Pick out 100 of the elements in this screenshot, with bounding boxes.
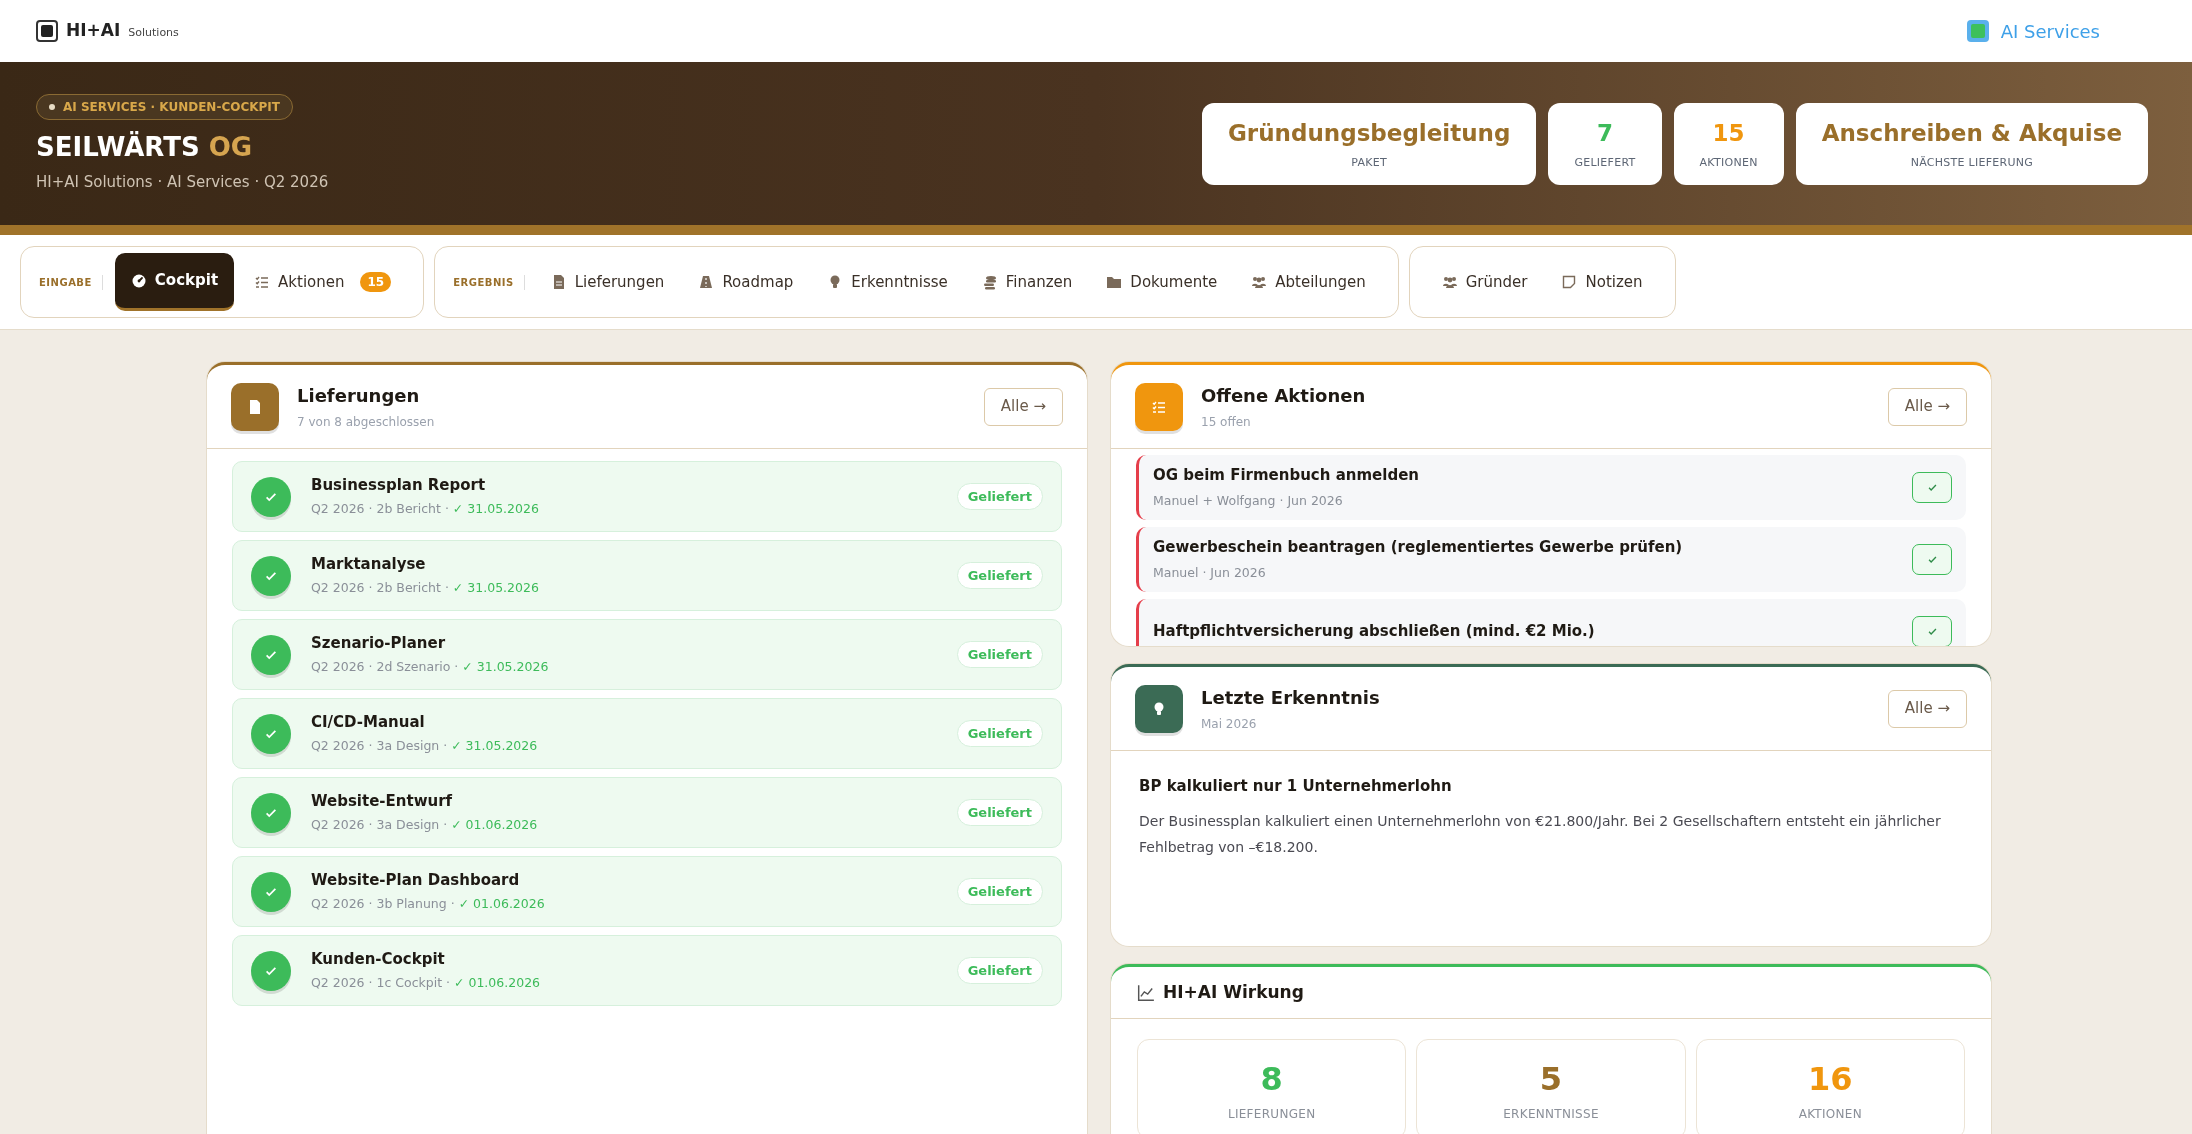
document-icon: [231, 382, 279, 431]
stat-value: 15: [1712, 119, 1745, 148]
delivery-title: Marktanalyse: [311, 553, 427, 575]
stat-label: PAKET: [1351, 154, 1388, 171]
delivery-meta: Q2 2026 · 1c Cockpit · ✓ 01.06.2026: [311, 974, 542, 993]
road-icon: [698, 274, 715, 290]
logo-icon: [36, 20, 58, 42]
coins-icon: [981, 274, 998, 290]
action-row[interactable]: Gewerbeschein beantragen (reglementiertes Gewerbe prüfen) Manuel · Jun 2026: [1136, 527, 1966, 592]
check-icon: [251, 871, 291, 912]
nav-tab[interactable]: Lieferungen: [536, 253, 679, 311]
all-button[interactable]: Alle →: [983, 387, 1063, 426]
nav-tab[interactable]: Aktionen 15: [240, 253, 406, 311]
nav-tab[interactable]: Gründer: [1427, 253, 1542, 311]
stat-label: LIEFERUNGEN: [1227, 1106, 1316, 1123]
status-badge: Geliefert: [956, 640, 1043, 669]
check-icon: [251, 950, 291, 991]
gauge-icon: [130, 272, 147, 289]
delivery-title: Szenario-Planer: [311, 632, 447, 654]
stat-label: AKTIONEN: [1699, 154, 1758, 171]
logo-text: HI+AI: [66, 19, 121, 43]
delivery-meta: Q2 2026 · 3a Design · ✓ 01.06.2026: [311, 816, 539, 835]
action-meta: Manuel · Jun 2026: [1153, 563, 1267, 582]
people-icon: [1441, 274, 1458, 290]
folder-icon: [1106, 274, 1123, 290]
checklist-icon: [254, 274, 271, 290]
check-icon: [251, 792, 291, 833]
stat-value: 5: [1539, 1059, 1563, 1100]
delivery-meta: Q2 2026 · 2d Szenario · ✓ 31.05.2026: [311, 658, 550, 677]
hero-subtitle: HI+AI Solutions · AI Services · Q2 2026: [36, 171, 329, 193]
delivery-title: Website-Entwurf: [311, 790, 454, 812]
stat-value: 7: [1596, 119, 1613, 148]
all-button[interactable]: Alle →: [1887, 689, 1967, 728]
card-title: Lieferungen: [297, 384, 421, 408]
delivery-row[interactable]: Szenario-Planer Q2 2026 · 2d Szenario · ✓ 31.05.2026 Geliefert: [232, 619, 1062, 690]
delivery-title: Website-Plan Dashboard: [311, 869, 521, 891]
card-subtitle: Mai 2026: [1201, 716, 1258, 733]
nav-tab[interactable]: Cockpit: [114, 253, 235, 311]
delivery-meta: Q2 2026 · 2b Bericht · ✓ 31.05.2026: [311, 579, 540, 598]
action-row[interactable]: Haftpflichtversicherung abschließen (mind. €2 Mio.): [1136, 599, 1966, 646]
card-title: Letzte Erkenntnis: [1201, 686, 1380, 710]
count-badge: 15: [360, 272, 392, 292]
delivery-row[interactable]: CI/CD-Manual Q2 2026 · 3a Design · ✓ 31.05.2026 Geliefert: [232, 698, 1062, 769]
delivery-meta: Q2 2026 · 2b Bericht · ✓ 31.05.2026: [311, 500, 540, 519]
stat-label: AKTIONEN: [1798, 1106, 1863, 1123]
check-icon: [251, 555, 291, 596]
delivery-row[interactable]: Website-Entwurf Q2 2026 · 3a Design · ✓ 01.06.2026 Geliefert: [232, 777, 1062, 848]
stat-label: GELIEFERT: [1574, 154, 1636, 171]
status-badge: Geliefert: [956, 719, 1043, 748]
action-row[interactable]: OG beim Firmenbuch anmelden Manuel + Wolfgang · Jun 2026: [1136, 455, 1966, 520]
status-badge: Geliefert: [956, 482, 1043, 511]
app-icon: [1966, 20, 1989, 42]
delivery-title: CI/CD-Manual: [311, 711, 426, 733]
status-badge: Geliefert: [956, 956, 1043, 985]
status-badge: Geliefert: [956, 877, 1043, 906]
nav-tab[interactable]: Erkenntnisse: [813, 253, 962, 311]
logo-subtitle: Solutions: [128, 24, 179, 41]
delivery-row[interactable]: Kunden-Cockpit Q2 2026 · 1c Cockpit · ✓ 01.06.2026 Geliefert: [232, 935, 1062, 1006]
nav-tab[interactable]: Finanzen: [967, 253, 1087, 311]
line-chart-icon: [1137, 983, 1155, 1002]
delivery-meta: Q2 2026 · 3b Planung · ✓ 01.06.2026: [311, 895, 546, 914]
status-badge: Geliefert: [956, 798, 1043, 827]
status-badge: Geliefert: [956, 561, 1043, 590]
stat-value: 8: [1260, 1059, 1283, 1100]
done-button[interactable]: [1912, 544, 1952, 575]
lightbulb-icon: [1135, 684, 1183, 733]
check-icon: [1926, 554, 1938, 565]
action-title: Gewerbeschein beantragen (reglementiertes Gewerbe prüfen): [1153, 537, 1683, 559]
nav-tab[interactable]: Abteilungen: [1237, 253, 1380, 311]
check-icon: [251, 634, 291, 675]
stat-value: Gründungsbegleitung: [1228, 119, 1511, 148]
card-subtitle: 7 von 8 abgeschlossen: [297, 414, 435, 431]
note-icon: [1561, 274, 1578, 290]
group-label: ERGEBNIS: [453, 274, 525, 290]
eyebrow-badge: AI SERVICES · KUNDEN-COCKPIT: [36, 93, 293, 120]
people-icon: [1251, 274, 1268, 290]
card-title: HI+AI Wirkung: [1163, 980, 1304, 1004]
action-title: Haftpflichtversicherung abschließen (mind. €2 Mio.): [1153, 621, 1595, 643]
done-button[interactable]: [1912, 616, 1952, 646]
insight-heading: BP kalkuliert nur 1 Unternehmerlohn: [1139, 776, 1453, 797]
delivery-row[interactable]: Website-Plan Dashboard Q2 2026 · 3b Planung · ✓ 01.06.2026 Geliefert: [232, 856, 1062, 927]
delivery-meta: Q2 2026 · 3a Design · ✓ 31.05.2026: [311, 737, 539, 756]
done-button[interactable]: [1912, 472, 1952, 503]
all-button[interactable]: Alle →: [1887, 387, 1967, 426]
delivery-row[interactable]: Marktanalyse Q2 2026 · 2b Bericht · ✓ 31.05.2026 Geliefert: [232, 540, 1062, 611]
stat-label: NÄCHSTE LIEFERUNG: [1910, 154, 2034, 171]
nav-tab[interactable]: Notizen: [1547, 253, 1657, 311]
delivery-row[interactable]: Businessplan Report Q2 2026 · 2b Bericht · ✓ 31.05.2026 Geliefert: [232, 461, 1062, 532]
card-title: Offene Aktionen: [1201, 384, 1366, 408]
check-icon: [1926, 482, 1938, 493]
delivery-title: Kunden-Cockpit: [311, 948, 446, 970]
checklist-icon: [1135, 382, 1183, 431]
nav-tab[interactable]: Dokumente: [1092, 253, 1232, 311]
insight-text: Der Businessplan kalkuliert einen Unternehmerlohn von €21.800/Jahr. Bei 2 Gesellschaftern entsteht ein jährlicher Fehlbetrag von –€18.200.: [1139, 811, 1942, 857]
nav-tab[interactable]: Roadmap: [684, 253, 808, 311]
group-label: EINGABE: [39, 274, 103, 290]
check-icon: [1926, 626, 1938, 637]
stat-value: 16: [1808, 1059, 1853, 1100]
client-title: SEILWÄRTS OG: [36, 130, 253, 164]
stat-value: Anschreiben & Akquise: [1821, 119, 2122, 148]
